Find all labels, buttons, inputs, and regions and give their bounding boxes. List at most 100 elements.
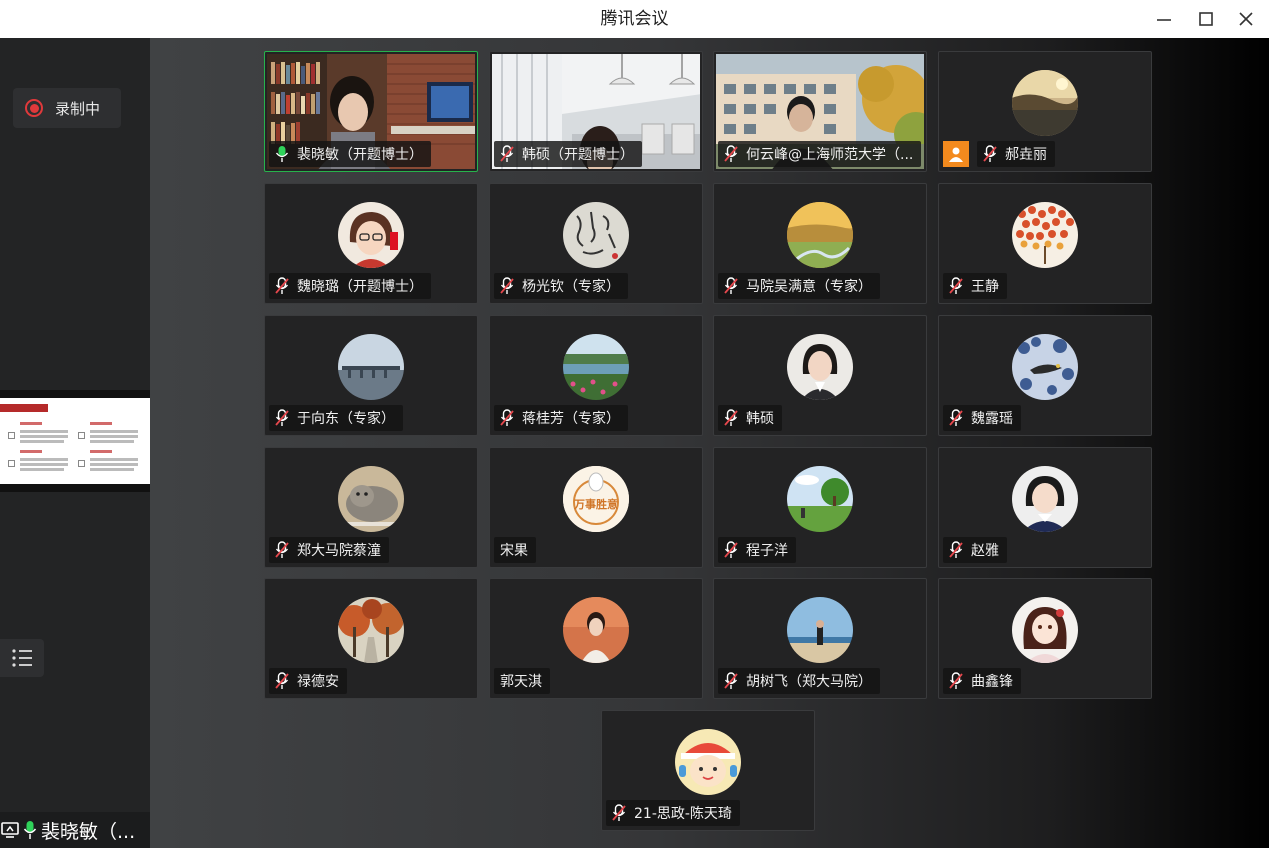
participant-tile-15[interactable]: 程子洋	[713, 447, 927, 568]
avatar	[1012, 202, 1078, 268]
mic-muted-icon	[275, 409, 289, 426]
left-sidebar: 录制中 裴晓敏（...	[0, 38, 150, 848]
mic-muted-icon	[500, 145, 514, 162]
participant-tile-21[interactable]: 21-思政-陈天琦	[601, 710, 815, 831]
close-icon	[1239, 12, 1253, 26]
title-bar: 腾讯会议	[0, 0, 1269, 38]
avatar	[787, 334, 853, 400]
mic-active-icon	[275, 146, 289, 162]
shared-screen-thumbnail[interactable]	[0, 390, 150, 492]
window-title: 腾讯会议	[600, 9, 669, 29]
mic-muted-icon	[275, 672, 289, 689]
participant-name-label: 郝垚丽	[977, 141, 1055, 167]
participant-tile-5[interactable]: 魏晓璐（开题博士）	[264, 183, 478, 304]
mic-muted-icon	[949, 277, 963, 294]
avatar	[1012, 334, 1078, 400]
mic-muted-icon	[983, 145, 997, 162]
mic-muted-icon	[724, 145, 738, 162]
participant-tile-1[interactable]: 裴晓敏（开题博士）	[264, 51, 478, 172]
participant-name-label: 宋果	[494, 537, 536, 563]
self-status-bar[interactable]: 裴晓敏（...	[0, 812, 150, 848]
participant-name-label: 裴晓敏（开题博士）	[269, 141, 431, 167]
participant-name-label: 于向东（专家）	[269, 405, 403, 431]
participant-tile-18[interactable]: 郭天淇	[489, 578, 703, 699]
participant-name-label: 程子洋	[718, 537, 796, 563]
participant-name-label: 郭天淇	[494, 668, 550, 694]
participant-name-label: 马院吴满意（专家）	[718, 273, 880, 299]
participant-tile-20[interactable]: 曲鑫锋	[938, 578, 1152, 699]
participant-name-label: 曲鑫锋	[943, 668, 1021, 694]
mic-muted-icon	[724, 409, 738, 426]
video-grid-area: 裴晓敏（开题博士） 韩硕（开题博士） 何云峰@上海师范大学（... 郝垚丽 魏晓…	[150, 38, 1269, 848]
mic-muted-icon	[949, 672, 963, 689]
recording-indicator[interactable]: 录制中	[13, 88, 121, 128]
avatar	[1012, 70, 1078, 136]
mic-muted-icon	[724, 277, 738, 294]
participant-name-label: 蒋桂芳（专家）	[494, 405, 628, 431]
participant-name-label: 魏露瑶	[943, 405, 1021, 431]
participant-tile-3[interactable]: 何云峰@上海师范大学（...	[713, 51, 927, 172]
participant-name-label: 王静	[943, 273, 1007, 299]
avatar	[338, 597, 404, 663]
participant-tile-11[interactable]: 韩硕	[713, 315, 927, 436]
mic-muted-icon	[949, 541, 963, 558]
slide-preview	[0, 398, 150, 484]
participant-tile-7[interactable]: 马院吴满意（专家）	[713, 183, 927, 304]
avatar-text: 万事胜意	[574, 498, 618, 511]
participant-name-label: 何云峰@上海师范大学（...	[718, 141, 922, 167]
participant-tile-10[interactable]: 蒋桂芳（专家）	[489, 315, 703, 436]
participant-name-label: 魏晓璐（开题博士）	[269, 273, 431, 299]
screen-share-icon	[1, 822, 19, 838]
participant-tile-4[interactable]: 郝垚丽	[938, 51, 1152, 172]
participant-name-label: 韩硕（开题博士）	[494, 141, 642, 167]
avatar	[338, 334, 404, 400]
minimize-button[interactable]	[1149, 4, 1179, 34]
avatar	[338, 466, 404, 532]
mic-muted-icon	[612, 804, 626, 821]
participant-name-label: 韩硕	[718, 405, 782, 431]
close-button[interactable]	[1231, 4, 1261, 34]
recording-label: 录制中	[55, 99, 101, 118]
avatar	[1012, 466, 1078, 532]
mic-muted-icon	[949, 409, 963, 426]
minimize-icon	[1157, 19, 1171, 21]
participant-name-label: 禄德安	[269, 668, 347, 694]
mic-muted-icon	[724, 672, 738, 689]
participant-tile-16[interactable]: 赵雅	[938, 447, 1152, 568]
participant-tile-19[interactable]: 胡树飞（郑大马院）	[713, 578, 927, 699]
participant-name-label: 胡树飞（郑大马院）	[718, 668, 880, 694]
maximize-icon	[1199, 12, 1213, 26]
mic-muted-icon	[275, 541, 289, 558]
list-icon	[12, 649, 32, 667]
participant-name-label: 杨光钦（专家）	[494, 273, 628, 299]
participant-name-label: 赵雅	[943, 537, 1007, 563]
participant-list-button[interactable]	[0, 639, 44, 677]
avatar	[563, 202, 629, 268]
mic-muted-icon	[275, 277, 289, 294]
participant-tile-2[interactable]: 韩硕（开题博士）	[489, 51, 703, 172]
avatar	[563, 334, 629, 400]
participant-tile-8[interactable]: 王静	[938, 183, 1152, 304]
avatar	[787, 466, 853, 532]
mic-muted-icon	[500, 277, 514, 294]
avatar	[338, 202, 404, 268]
avatar	[787, 597, 853, 663]
participant-name-label: 21-思政-陈天琦	[606, 800, 740, 826]
self-name: 裴晓敏（...	[41, 820, 136, 843]
mic-muted-icon	[724, 541, 738, 558]
mic-icon	[23, 821, 37, 839]
maximize-button[interactable]	[1191, 4, 1221, 34]
avatar: 万事胜意	[563, 466, 629, 532]
participant-tile-14[interactable]: 万事胜意 宋果	[489, 447, 703, 568]
participant-tile-9[interactable]: 于向东（专家）	[264, 315, 478, 436]
participant-tile-12[interactable]: 魏露瑶	[938, 315, 1152, 436]
person-icon	[943, 141, 969, 167]
participant-tile-6[interactable]: 杨光钦（专家）	[489, 183, 703, 304]
record-icon	[25, 99, 43, 117]
mic-muted-icon	[500, 409, 514, 426]
avatar	[787, 202, 853, 268]
participant-tile-17[interactable]: 禄德安	[264, 578, 478, 699]
avatar	[1012, 597, 1078, 663]
avatar	[563, 597, 629, 663]
participant-tile-13[interactable]: 郑大马院蔡潼	[264, 447, 478, 568]
